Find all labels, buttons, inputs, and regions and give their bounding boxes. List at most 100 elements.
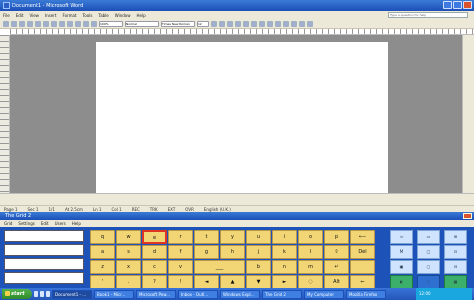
quicklaunch-desktop-icon[interactable] <box>40 291 44 297</box>
function-key-1-2[interactable]: ⊡ <box>444 245 467 259</box>
align-right-icon[interactable] <box>251 20 257 27</box>
key-3-10[interactable]: ⇐ <box>350 275 375 289</box>
key-1-4[interactable]: g <box>194 245 219 259</box>
key-1-3[interactable]: f <box>168 245 193 259</box>
key-3-1[interactable]: . <box>116 275 141 289</box>
key-3-5[interactable]: ▲ <box>220 275 245 289</box>
menu-insert[interactable]: Insert <box>45 13 56 18</box>
help-search-input[interactable]: Type a question for help <box>388 12 468 18</box>
new-icon[interactable] <box>3 20 9 27</box>
prediction-box-4[interactable] <box>4 272 84 284</box>
key-0-10[interactable]: ⟵ <box>350 230 375 244</box>
key-1-8[interactable]: l <box>298 245 323 259</box>
function-key-0-0[interactable]: ⇦ <box>390 230 413 244</box>
key-1-1[interactable]: s <box>116 245 141 259</box>
task-outlook[interactable]: Inbox - Outl... <box>178 289 218 299</box>
function-key-2-0[interactable]: ▣ <box>390 260 413 274</box>
key-1-5[interactable]: h <box>220 245 245 259</box>
key-0-8[interactable]: o <box>298 230 323 244</box>
key-1-9[interactable]: ⇧ <box>324 245 349 259</box>
redo-icon[interactable] <box>83 20 89 27</box>
key-0-7[interactable]: i <box>272 230 297 244</box>
minimize-icon[interactable] <box>443 1 452 9</box>
key-2-1[interactable]: x <box>116 260 141 274</box>
key-2-3[interactable]: v <box>168 260 193 274</box>
kb-menu-settings[interactable]: Settings <box>18 221 34 226</box>
spelling-icon[interactable] <box>43 20 49 27</box>
open-icon[interactable] <box>11 20 17 27</box>
menu-window[interactable]: Window <box>115 13 131 18</box>
italic-icon[interactable] <box>219 20 225 27</box>
font-select[interactable]: Times New Roman <box>161 20 195 27</box>
function-key-1-0[interactable]: M <box>390 245 413 259</box>
quicklaunch-ie-icon[interactable] <box>34 291 38 297</box>
menu-help[interactable]: Help <box>137 13 146 18</box>
bullets-icon[interactable] <box>275 20 281 27</box>
key-3-4[interactable]: ◄ <box>194 275 219 289</box>
key-0-2[interactable]: e <box>142 230 167 244</box>
key-0-6[interactable]: u <box>246 230 271 244</box>
justify-icon[interactable] <box>259 20 265 27</box>
key-0-3[interactable]: r <box>168 230 193 244</box>
menu-file[interactable]: File <box>3 13 10 18</box>
kb-menu-users[interactable]: Users <box>55 221 66 226</box>
document-page[interactable] <box>96 42 388 193</box>
function-key-2-2[interactable]: ⊟ <box>444 260 467 274</box>
menu-view[interactable]: View <box>29 13 39 18</box>
underline-icon[interactable] <box>227 20 233 27</box>
menu-format[interactable]: Format <box>62 13 76 18</box>
key-3-6[interactable]: ▼ <box>246 275 271 289</box>
key-1-10[interactable]: Del <box>350 245 375 259</box>
key-1-0[interactable]: a <box>90 245 115 259</box>
align-center-icon[interactable] <box>243 20 249 27</box>
copy-icon[interactable] <box>59 20 65 27</box>
key-1-7[interactable]: k <box>272 245 297 259</box>
highlight-icon[interactable] <box>299 20 305 27</box>
key-0-4[interactable]: t <box>194 230 219 244</box>
start-button[interactable]: start <box>2 289 32 299</box>
key-0-0[interactable]: q <box>90 230 115 244</box>
key-2-10[interactable] <box>350 260 375 274</box>
key-2-2[interactable]: c <box>142 260 167 274</box>
key-2-9[interactable]: ↵ <box>324 260 349 274</box>
key-3-2[interactable]: ? <box>142 275 167 289</box>
prediction-box-2[interactable] <box>4 244 84 256</box>
align-left-icon[interactable] <box>235 20 241 27</box>
zoom-select[interactable]: 100% <box>99 20 123 27</box>
key-2-8[interactable]: m <box>298 260 323 274</box>
prediction-box-1[interactable] <box>4 230 84 242</box>
key-3-7[interactable]: ► <box>272 275 297 289</box>
vertical-scrollbar[interactable] <box>462 35 474 193</box>
key-3-9[interactable]: Alt <box>324 275 349 289</box>
function-key-2-1[interactable]: ▢ <box>417 260 440 274</box>
bold-icon[interactable] <box>211 20 217 27</box>
task-firefox[interactable]: Mozilla Firefox <box>346 289 386 299</box>
menu-edit[interactable]: Edit <box>16 13 24 18</box>
key-1-2[interactable]: d <box>142 245 167 259</box>
undo-icon[interactable] <box>75 20 81 27</box>
kb-menu-grid[interactable]: Grid <box>4 221 12 226</box>
key-0-1[interactable]: w <box>116 230 141 244</box>
space-key[interactable]: ___ <box>194 260 245 274</box>
key-1-6[interactable]: j <box>246 245 271 259</box>
function-key-3-0[interactable]: ◐ <box>390 275 413 289</box>
menu-tools[interactable]: Tools <box>83 13 93 18</box>
quicklaunch-media-icon[interactable] <box>46 291 50 297</box>
key-0-9[interactable]: p <box>324 230 349 244</box>
key-3-0[interactable]: ' <box>90 275 115 289</box>
border-icon[interactable] <box>291 20 297 27</box>
paste-icon[interactable] <box>67 20 73 27</box>
maximize-icon[interactable] <box>453 1 462 9</box>
key-3-3[interactable]: ! <box>168 275 193 289</box>
function-key-0-1[interactable]: ▭ <box>417 230 440 244</box>
font-size-select[interactable]: 12 <box>197 20 209 27</box>
key-2-6[interactable]: b <box>246 260 271 274</box>
task-explorer[interactable]: Windows Expl... <box>220 289 260 299</box>
preview-icon[interactable] <box>35 20 41 27</box>
task-grid[interactable]: The Grid 2 <box>262 289 302 299</box>
key-3-8[interactable]: ◌ <box>298 275 323 289</box>
font-color-icon[interactable] <box>307 20 313 27</box>
table-icon[interactable] <box>91 20 97 27</box>
task-excel[interactable]: Book1 - Micr... <box>94 289 134 299</box>
print-icon[interactable] <box>27 20 33 27</box>
